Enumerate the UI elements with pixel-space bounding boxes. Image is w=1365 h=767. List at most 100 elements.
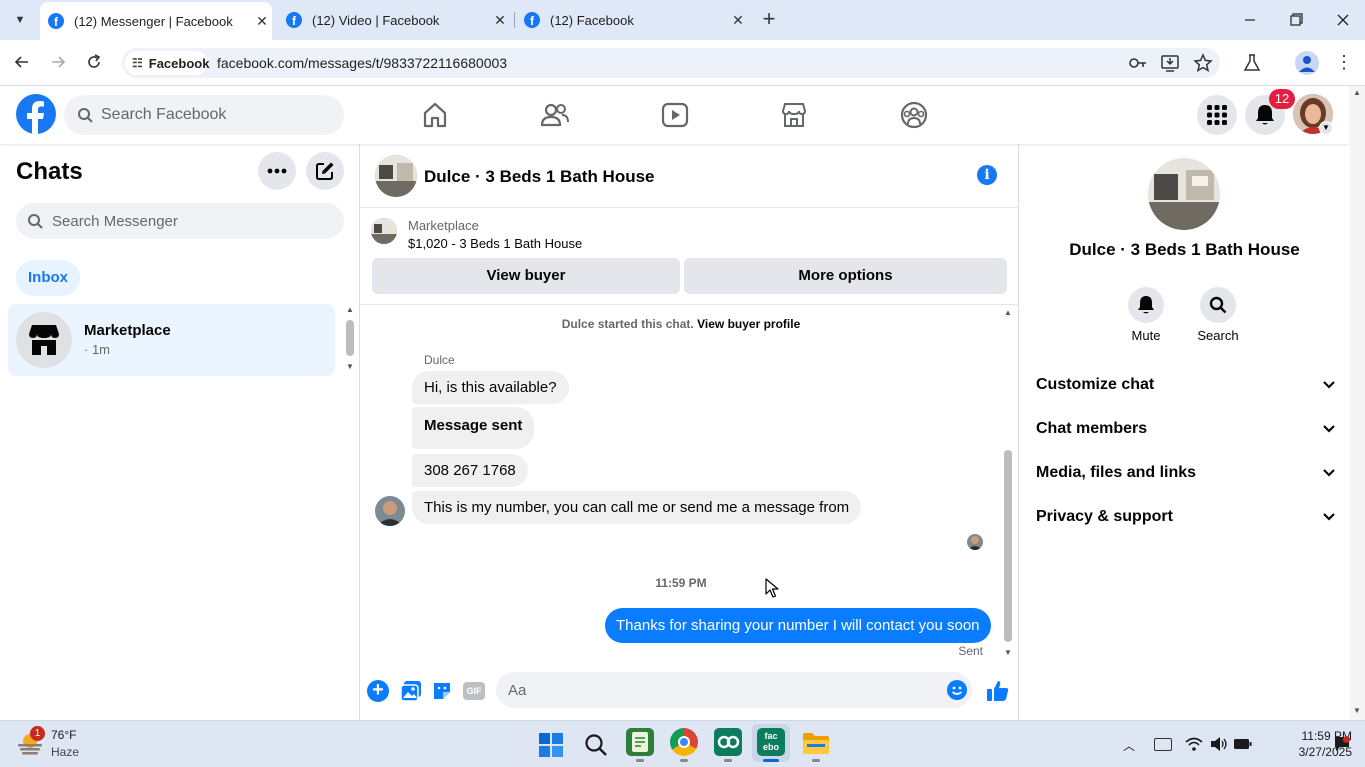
- mouse-cursor-icon: [765, 578, 779, 598]
- video-icon[interactable]: [659, 99, 691, 131]
- scrollbar-thumb[interactable]: [346, 320, 354, 356]
- page-scrollbar[interactable]: ▲ ▼: [1350, 86, 1365, 720]
- tab-messenger[interactable]: f (12) Messenger | Facebook ✕: [40, 2, 272, 40]
- close-tab-icon[interactable]: ✕: [490, 12, 510, 29]
- chat-started-notice: Dulce started this chat. View buyer prof…: [361, 317, 1001, 331]
- facebook-favicon-icon: f: [48, 13, 64, 29]
- chat-options-button[interactable]: [258, 152, 296, 190]
- inbox-filter-tab[interactable]: Inbox: [16, 260, 80, 296]
- friends-icon[interactable]: [539, 99, 571, 131]
- keyboard-icon[interactable]: [1154, 738, 1172, 751]
- conversation-info-icon[interactable]: i: [977, 165, 997, 185]
- scroll-down-arrow-icon[interactable]: ▼: [346, 362, 354, 371]
- taskbar-search-icon[interactable]: [584, 733, 608, 757]
- search-conversation-button[interactable]: [1200, 287, 1236, 323]
- search-icon: [78, 108, 93, 123]
- scroll-down-arrow-icon[interactable]: ▼: [1353, 706, 1361, 715]
- install-app-icon[interactable]: [1160, 53, 1180, 73]
- scroll-up-arrow-icon[interactable]: ▲: [1004, 308, 1012, 317]
- incoming-message[interactable]: Message sent: [412, 407, 535, 449]
- new-message-button[interactable]: [306, 152, 344, 190]
- scrollbar-thumb[interactable]: [1004, 450, 1012, 642]
- bookmark-star-icon[interactable]: [1193, 53, 1213, 73]
- sticker-icon[interactable]: [431, 680, 453, 702]
- taskbar-facebook-app-icon[interactable]: fac ebo: [757, 728, 785, 756]
- new-tab-button[interactable]: +: [758, 8, 780, 32]
- windows-start-icon[interactable]: [539, 733, 563, 757]
- address-bar[interactable]: ☷ Facebook facebook.com/messages/t/98337…: [122, 48, 1220, 78]
- emoji-icon[interactable]: [947, 680, 967, 700]
- facebook-search[interactable]: Search Facebook: [64, 95, 344, 135]
- listing-title[interactable]: $1,020 - 3 Beds 1 Bath House: [408, 236, 582, 251]
- close-window-button[interactable]: [1333, 10, 1353, 30]
- chat-list-scrollbar[interactable]: ▲ ▼: [343, 304, 357, 376]
- battery-icon[interactable]: [1233, 737, 1253, 751]
- taskbar-file-explorer-icon[interactable]: [802, 731, 830, 755]
- volume-icon[interactable]: [1210, 736, 1228, 752]
- home-icon[interactable]: [419, 99, 451, 131]
- messages-scrollbar[interactable]: ▲ ▼: [1001, 308, 1015, 660]
- minimize-button[interactable]: [1240, 10, 1260, 30]
- facebook-favicon-icon: f: [286, 12, 302, 28]
- weather-description[interactable]: Haze: [51, 745, 79, 759]
- privacy-support-section[interactable]: Privacy & support: [1036, 505, 1336, 529]
- wifi-icon[interactable]: [1185, 736, 1203, 752]
- facebook-favicon-icon: f: [524, 12, 540, 28]
- view-buyer-profile-link[interactable]: View buyer profile: [697, 317, 800, 331]
- customize-chat-section[interactable]: Customize chat: [1036, 373, 1336, 397]
- outgoing-message[interactable]: Thanks for sharing your number I will co…: [605, 608, 991, 643]
- close-tab-icon[interactable]: ✕: [728, 12, 748, 29]
- like-thumbs-up-icon[interactable]: [986, 679, 1010, 703]
- contact-avatar[interactable]: [1148, 158, 1220, 230]
- profile-avatar-icon[interactable]: [1295, 51, 1319, 75]
- incoming-message[interactable]: 308 267 1768: [412, 454, 528, 487]
- url-text[interactable]: facebook.com/messages/t/9833722116680003: [217, 55, 507, 71]
- chat-members-section[interactable]: Chat members: [1036, 417, 1336, 441]
- more-actions-plus-icon[interactable]: +: [367, 680, 389, 702]
- more-options-button[interactable]: More options: [684, 258, 1007, 294]
- conversation-avatar[interactable]: [375, 155, 417, 197]
- messenger-search[interactable]: Search Messenger: [16, 203, 344, 239]
- incoming-message[interactable]: Hi, is this available?: [412, 371, 569, 404]
- incoming-message[interactable]: This is my number, you can call me or se…: [412, 491, 862, 524]
- scroll-up-arrow-icon[interactable]: ▲: [346, 305, 354, 314]
- listing-thumbnail[interactable]: [371, 218, 397, 244]
- tab-video[interactable]: f (12) Video | Facebook ✕: [278, 0, 510, 40]
- account-chevron-down-icon[interactable]: ▼: [1319, 121, 1333, 135]
- search-icon: [28, 214, 43, 229]
- media-files-links-section[interactable]: Media, files and links: [1036, 461, 1336, 485]
- menu-grid-button[interactable]: [1197, 95, 1237, 135]
- weather-temperature[interactable]: 76°F: [51, 728, 76, 742]
- back-button[interactable]: [12, 52, 32, 72]
- gif-icon[interactable]: GIF: [463, 682, 485, 700]
- taskbar-app-notes-icon[interactable]: [626, 728, 654, 756]
- message-composer[interactable]: Aa: [496, 672, 972, 708]
- scroll-up-arrow-icon[interactable]: ▲: [1353, 88, 1361, 97]
- close-tab-icon[interactable]: ✕: [252, 13, 272, 30]
- tab-search-icon[interactable]: ▼: [8, 8, 32, 32]
- marketplace-icon[interactable]: [778, 99, 810, 131]
- reload-button[interactable]: [84, 52, 104, 72]
- groups-icon[interactable]: [898, 99, 930, 131]
- facebook-logo[interactable]: [16, 94, 56, 134]
- password-key-icon[interactable]: [1128, 54, 1148, 72]
- sender-avatar[interactable]: [375, 496, 405, 526]
- taskbar-app-qoo-icon[interactable]: [714, 728, 742, 756]
- show-hidden-icons-chevron-up-icon[interactable]: ︿: [1123, 737, 1139, 753]
- view-buyer-button[interactable]: View buyer: [372, 258, 680, 294]
- scroll-down-arrow-icon[interactable]: ▼: [1004, 648, 1012, 657]
- site-info-chip[interactable]: ☷ Facebook: [125, 51, 209, 75]
- taskbar-chrome-icon[interactable]: [670, 728, 698, 756]
- notification-center-icon[interactable]: [1334, 736, 1350, 752]
- tab-facebook[interactable]: f (12) Facebook ✕: [516, 0, 748, 40]
- restore-button[interactable]: [1286, 10, 1306, 30]
- mute-button[interactable]: [1128, 287, 1164, 323]
- labs-flask-icon[interactable]: [1242, 53, 1262, 73]
- attach-photo-icon[interactable]: [400, 680, 422, 702]
- browser-menu-icon[interactable]: ⋮: [1334, 52, 1354, 74]
- conversation-title[interactable]: Dulce · 3 Beds 1 Bath House: [424, 167, 655, 187]
- tab-title: (12) Messenger | Facebook: [74, 13, 233, 29]
- chat-list-item[interactable]: Marketplace · 1m: [8, 304, 335, 376]
- forward-button[interactable]: [48, 52, 68, 72]
- search-icon: [1209, 296, 1227, 314]
